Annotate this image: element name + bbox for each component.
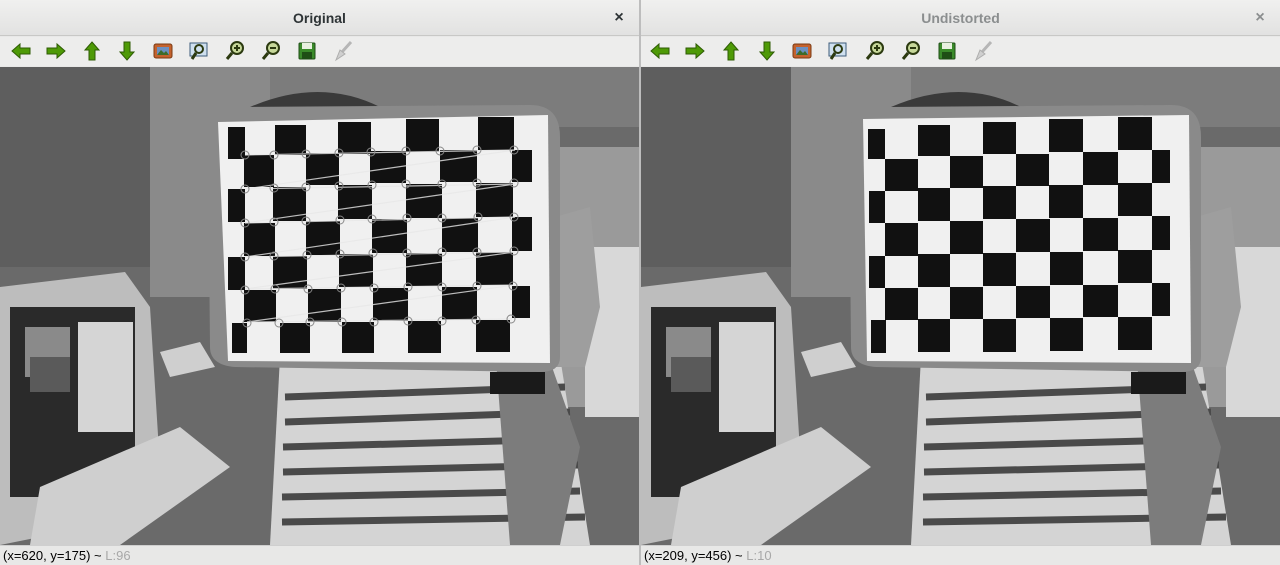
zoom-in-icon: [224, 40, 246, 62]
save-button[interactable]: [934, 39, 960, 63]
close-button[interactable]: ×: [1250, 8, 1270, 28]
pan-left-button[interactable]: [8, 39, 34, 63]
pan-down-icon: [756, 40, 778, 62]
properties-button[interactable]: [330, 39, 356, 63]
window-title: Original: [293, 10, 346, 26]
zoom-in-icon: [864, 40, 886, 62]
pan-down-button[interactable]: [114, 39, 140, 63]
window-original: Original × (x=620, y=175) ~ L:96: [0, 0, 639, 565]
image-view-original[interactable]: [0, 67, 639, 545]
zoom-region-icon: [188, 40, 210, 62]
zoom-reset-icon: [791, 40, 813, 62]
zoom-reset-button[interactable]: [789, 39, 815, 63]
zoom-out-icon: [900, 40, 922, 62]
toolbar: [0, 37, 639, 66]
pan-up-icon: [81, 40, 103, 62]
close-button[interactable]: ×: [609, 8, 629, 28]
pan-right-icon: [684, 40, 706, 62]
zoom-region-icon: [827, 40, 849, 62]
zoom-out-button[interactable]: [258, 39, 284, 63]
pan-up-button[interactable]: [79, 39, 105, 63]
pan-up-button[interactable]: [718, 39, 744, 63]
pan-down-icon: [116, 40, 138, 62]
save-icon: [936, 40, 958, 62]
pan-right-button[interactable]: [43, 39, 69, 63]
properties-button[interactable]: [970, 39, 996, 63]
statusbar: (x=209, y=456) ~ L:10: [641, 545, 1280, 565]
cursor-coords: (x=620, y=175) ~: [3, 548, 106, 563]
image-view-undistorted[interactable]: [641, 67, 1280, 545]
pan-down-button[interactable]: [754, 39, 780, 63]
titlebar[interactable]: Original ×: [0, 0, 639, 36]
properties-icon: [332, 40, 354, 62]
save-icon: [296, 40, 318, 62]
cursor-coords: (x=209, y=456) ~: [644, 548, 747, 563]
zoom-out-icon: [260, 40, 282, 62]
zoom-region-button[interactable]: [186, 39, 212, 63]
zoom-region-button[interactable]: [825, 39, 851, 63]
toolbar: [641, 37, 1280, 66]
camera-image-undistorted: [641, 67, 1280, 545]
window-undistorted: Undistorted × (x=209, y=456) ~ L:10: [641, 0, 1280, 565]
save-button[interactable]: [294, 39, 320, 63]
titlebar[interactable]: Undistorted ×: [641, 0, 1280, 36]
pixel-level: L:96: [105, 548, 131, 563]
properties-icon: [972, 40, 994, 62]
zoom-in-button[interactable]: [862, 39, 888, 63]
pan-right-icon: [45, 40, 67, 62]
pan-left-button[interactable]: [647, 39, 673, 63]
pixel-level: L:10: [746, 548, 772, 563]
pan-left-icon: [10, 40, 32, 62]
zoom-out-button[interactable]: [898, 39, 924, 63]
camera-image-original: [0, 67, 639, 545]
pan-right-button[interactable]: [682, 39, 708, 63]
zoom-reset-button[interactable]: [150, 39, 176, 63]
zoom-reset-icon: [152, 40, 174, 62]
zoom-in-button[interactable]: [222, 39, 248, 63]
window-title: Undistorted: [921, 10, 1000, 26]
pan-up-icon: [720, 40, 742, 62]
statusbar: (x=620, y=175) ~ L:96: [0, 545, 639, 565]
pan-left-icon: [649, 40, 671, 62]
